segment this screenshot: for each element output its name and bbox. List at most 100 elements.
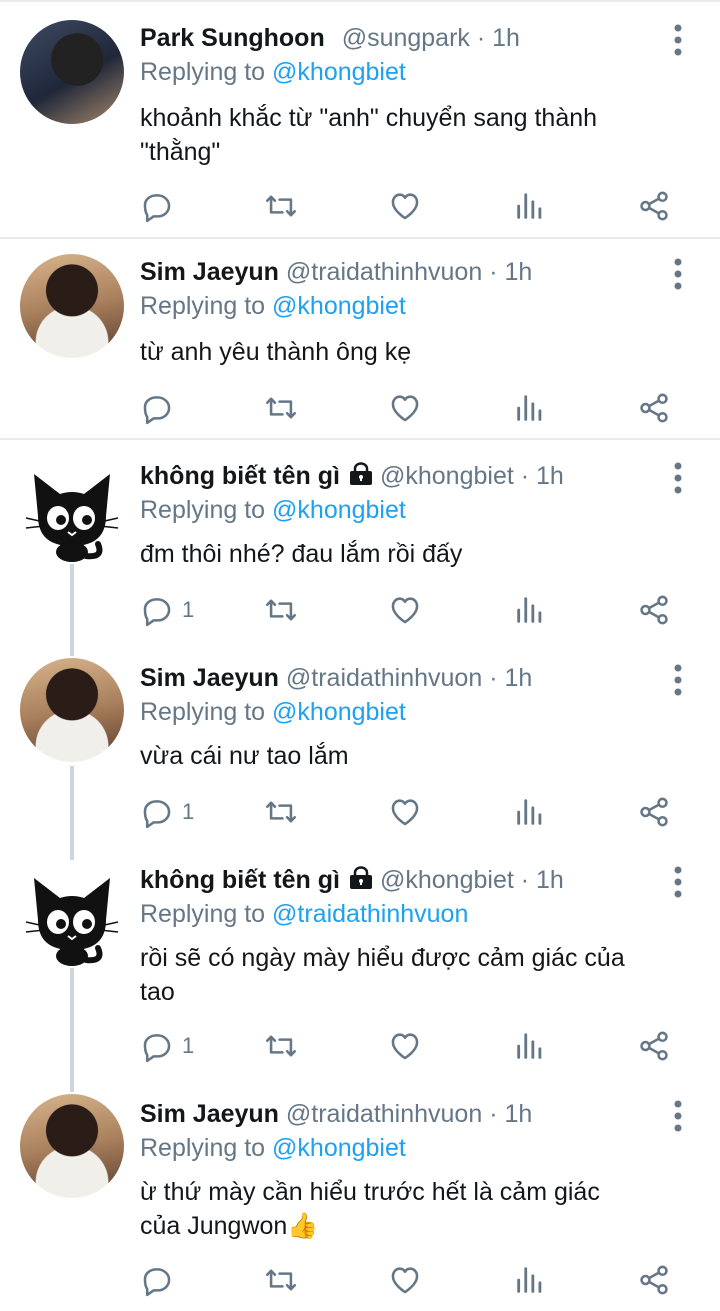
retweet-button[interactable] (264, 792, 298, 832)
like-button[interactable] (388, 388, 422, 428)
display-name[interactable]: Sim Jaeyun (140, 1100, 279, 1128)
reply-icon (143, 396, 171, 425)
reply-button[interactable] (140, 388, 182, 428)
reply-button[interactable] (140, 186, 182, 226)
like-button[interactable] (388, 1260, 422, 1300)
timestamp[interactable]: 1h (504, 258, 532, 286)
reply-button[interactable]: 1 (140, 590, 194, 630)
more-vertical-icon[interactable] (667, 460, 689, 496)
more-vertical-icon[interactable] (667, 1098, 689, 1134)
timestamp[interactable]: 1h (492, 24, 520, 52)
analytics-button[interactable] (513, 388, 547, 428)
mention-link[interactable]: @khongbiet (272, 698, 406, 726)
replying-to: Replying to @traidathinhvuon (140, 900, 468, 929)
retweet-icon (265, 801, 297, 823)
avatar[interactable] (20, 20, 124, 124)
share-button[interactable] (637, 186, 671, 226)
tweet-text-line: đm thôi nhé? đau lắm rồi đấy (140, 540, 463, 568)
more-vertical-icon[interactable] (667, 864, 689, 900)
reply-count: 1 (182, 597, 195, 622)
tweet-header: Sim Jaeyun @traidathinhvuon · 1h (140, 258, 532, 287)
tweet-text-line: ừ thứ mày cần hiểu trước hết là cảm giác (140, 1178, 600, 1206)
mention-link[interactable]: @khongbiet (272, 1134, 406, 1162)
display-name[interactable]: Park Sunghoon (140, 24, 325, 52)
timestamp[interactable]: 1h (536, 866, 564, 894)
user-handle[interactable]: @khongbiet (380, 866, 514, 894)
black-cat-avatar[interactable] (20, 864, 124, 968)
tweet-text-line: khoảnh khắc từ "anh" chuyển sang thành (140, 104, 598, 132)
analytics-icon (517, 1033, 542, 1059)
share-icon (640, 1265, 668, 1295)
tweet-header: Sim Jaeyun @traidathinhvuon · 1h (140, 1100, 532, 1129)
like-button[interactable] (388, 792, 422, 832)
share-button[interactable] (637, 388, 671, 428)
display-name[interactable]: không biết tên gì (140, 462, 340, 490)
analytics-button[interactable] (513, 186, 547, 226)
reply-button[interactable]: 1 (140, 792, 194, 832)
replying-to-label: Replying to (140, 900, 266, 928)
mention-link[interactable]: @khongbiet (272, 496, 406, 524)
timestamp[interactable]: 1h (504, 1100, 532, 1128)
reply-icon (143, 800, 171, 829)
user-handle[interactable]: @traidathinhvuon (286, 258, 482, 286)
like-button[interactable] (388, 186, 422, 226)
display-name[interactable]: không biết tên gì (140, 866, 340, 894)
timestamp[interactable]: 1h (504, 664, 532, 692)
share-button[interactable] (637, 590, 671, 630)
analytics-icon (517, 1267, 542, 1293)
retweet-button[interactable] (264, 388, 298, 428)
analytics-button[interactable] (513, 590, 547, 630)
avatar[interactable] (20, 1094, 124, 1198)
tweet-divider (0, 438, 720, 440)
share-button[interactable] (637, 1260, 671, 1300)
reply-icon (143, 1268, 171, 1297)
reply-button[interactable]: 1 (140, 1026, 194, 1066)
retweet-button[interactable] (264, 186, 298, 226)
replying-to-label: Replying to (140, 496, 266, 524)
avatar[interactable] (20, 254, 124, 358)
more-vertical-icon[interactable] (667, 22, 689, 58)
reply-button[interactable] (140, 1260, 182, 1300)
retweet-button[interactable] (264, 590, 298, 630)
separator-dot: · (482, 258, 505, 286)
display-name[interactable]: Sim Jaeyun (140, 664, 279, 692)
share-icon (640, 1031, 668, 1061)
share-button[interactable] (637, 792, 671, 832)
user-handle[interactable]: @khongbiet (380, 462, 514, 490)
timestamp[interactable]: 1h (536, 462, 564, 490)
retweet-icon (265, 1269, 297, 1291)
like-button[interactable] (388, 590, 422, 630)
user-handle[interactable]: @traidathinhvuon (286, 664, 482, 692)
analytics-button[interactable] (513, 1026, 547, 1066)
like-button[interactable] (388, 1026, 422, 1066)
tweet-text-line: tao (140, 978, 175, 1006)
tweet-text: đm thôi nhé? đau lắm rồi đấy (140, 537, 700, 571)
retweet-button[interactable] (264, 1026, 298, 1066)
more-vertical-icon[interactable] (667, 662, 689, 698)
replying-to-label: Replying to (140, 1134, 266, 1162)
separator-dot: · (482, 664, 505, 692)
lock-icon (350, 462, 372, 485)
share-button[interactable] (637, 1026, 671, 1066)
black-cat-avatar[interactable] (20, 460, 124, 564)
mention-link[interactable]: @khongbiet (272, 58, 406, 86)
user-handle[interactable]: @sungpark (342, 24, 470, 52)
heart-icon (391, 395, 419, 422)
analytics-button[interactable] (513, 1260, 547, 1300)
lock-icon (350, 866, 372, 889)
heart-icon (391, 799, 419, 826)
mention-link[interactable]: @traidathinhvuon (272, 900, 468, 928)
user-handle[interactable]: @traidathinhvuon (286, 1100, 482, 1128)
tweet-text: khoảnh khắc từ "anh" chuyển sang thành "… (140, 101, 700, 169)
tweet-header: Park Sunghoon @sungpark · 1h (140, 24, 520, 53)
retweet-button[interactable] (264, 1260, 298, 1300)
reply-icon (143, 194, 171, 223)
analytics-button[interactable] (513, 792, 547, 832)
more-vertical-icon[interactable] (667, 256, 689, 292)
separator-dot: · (513, 866, 537, 894)
mention-link[interactable]: @khongbiet (272, 292, 406, 320)
replying-to-label: Replying to (140, 698, 266, 726)
avatar[interactable] (20, 658, 124, 762)
analytics-icon (517, 395, 542, 421)
display-name[interactable]: Sim Jaeyun (140, 258, 279, 286)
